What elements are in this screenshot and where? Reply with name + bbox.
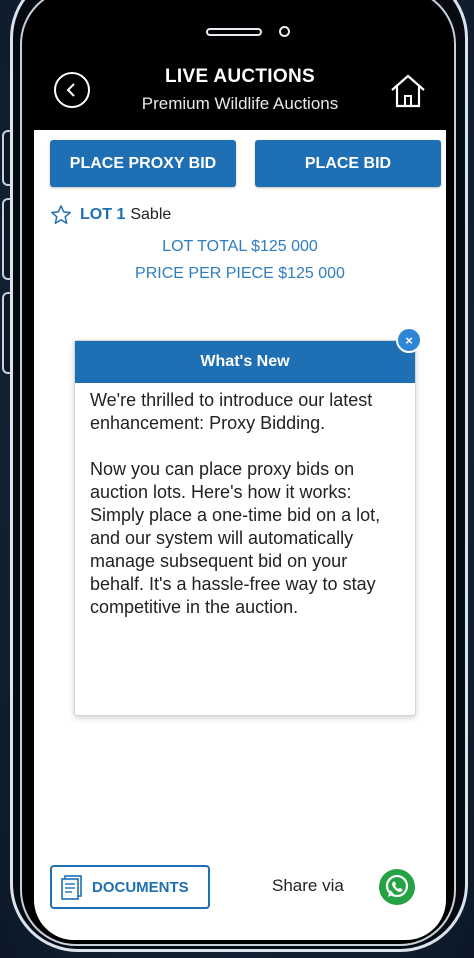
documents-button[interactable]: DOCUMENTS <box>50 865 210 909</box>
modal-paragraph-details: Now you can place proxy bids on auction … <box>90 459 381 617</box>
side-button-mute <box>2 130 10 186</box>
lot-name: Sable <box>130 206 172 223</box>
place-bid-button[interactable]: PLACE BID <box>255 140 441 187</box>
lot-number: LOT 1 <box>80 206 126 223</box>
close-icon[interactable]: × <box>396 327 422 353</box>
modal-body: We're thrilled to introduce our latest e… <box>75 383 415 619</box>
lot-header: LOT 1 Sable <box>50 204 171 226</box>
side-button-volume-down <box>2 292 10 374</box>
share-label: Share via <box>272 876 344 895</box>
lot-price-per-piece: PRICE PER PIECE $125 000 <box>135 265 345 282</box>
app-header: LIVE AUCTIONS Premium Wildlife Auctions <box>34 48 446 130</box>
speaker-grille <box>206 28 262 36</box>
home-button[interactable] <box>388 70 428 110</box>
page-subtitle: Premium Wildlife Auctions <box>141 94 339 113</box>
modal-paragraph-intro: We're thrilled to introduce our latest e… <box>90 390 373 433</box>
modal-title: What's New <box>75 341 415 383</box>
whats-new-modal: What's New × We're thrilled to introduce… <box>74 327 422 716</box>
star-outline-icon[interactable] <box>50 204 72 226</box>
document-icon <box>61 875 82 900</box>
front-camera <box>279 26 290 37</box>
lot-total: LOT TOTAL $125 000 <box>162 238 318 255</box>
page-title: LIVE AUCTIONS <box>165 66 315 87</box>
documents-label: DOCUMENTS <box>92 878 189 896</box>
whatsapp-icon[interactable] <box>378 868 416 906</box>
home-icon <box>391 74 425 108</box>
place-proxy-bid-button[interactable]: PLACE PROXY BID <box>50 140 236 187</box>
side-button-volume-up <box>2 198 10 280</box>
app-screen: LIVE AUCTIONS Premium Wildlife Auctions … <box>34 48 446 940</box>
